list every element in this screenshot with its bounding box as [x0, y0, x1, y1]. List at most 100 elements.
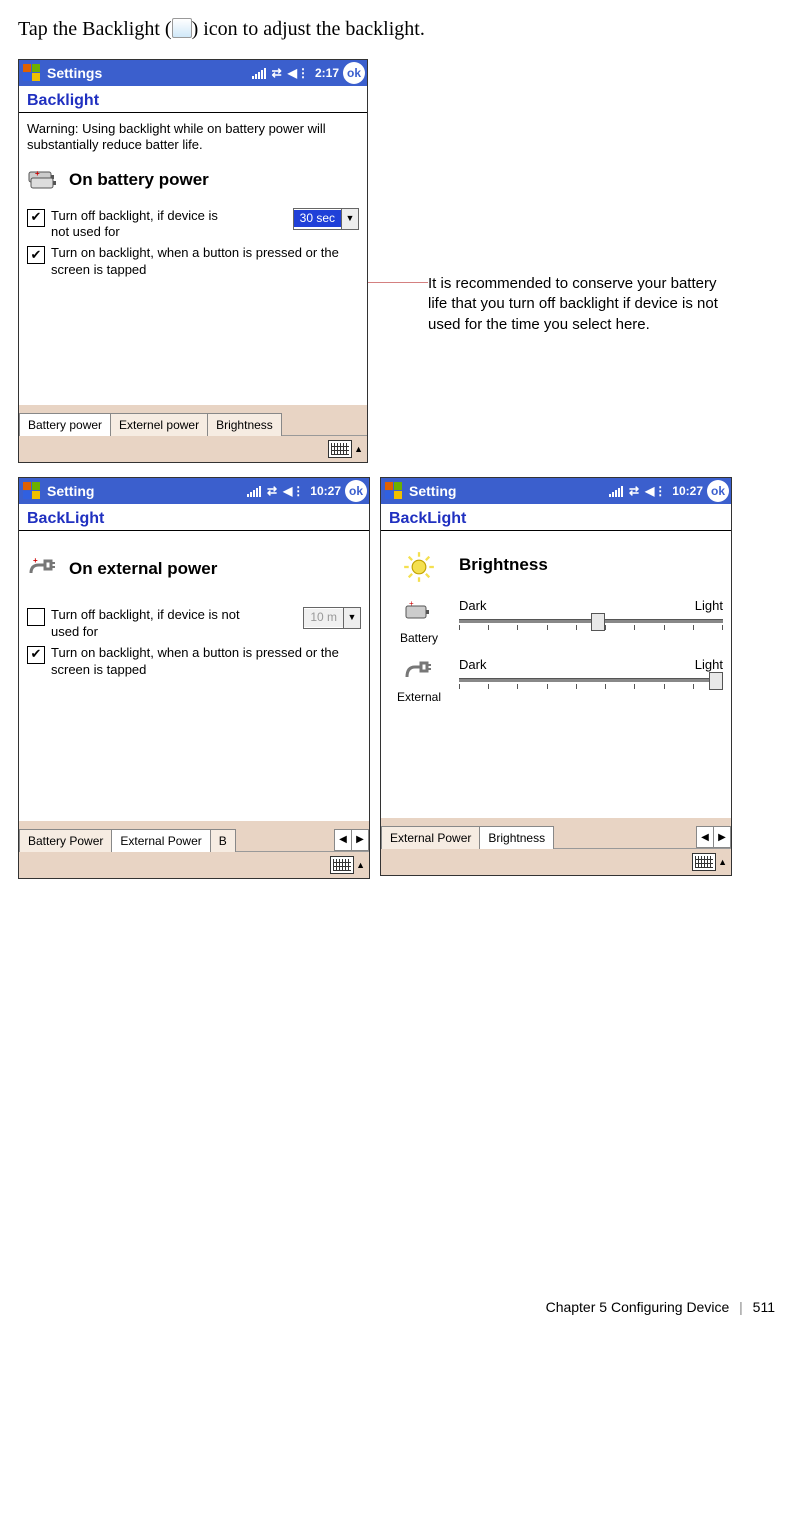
power-mode-label: On battery power	[69, 170, 209, 190]
sip-up-icon[interactable]: ▲	[718, 857, 727, 867]
checkbox-turnoff[interactable]: ✔	[27, 209, 45, 227]
tab-brightness[interactable]: Brightness	[207, 413, 282, 436]
sip-bar: ▲	[19, 851, 369, 878]
callout-leader-line	[368, 282, 428, 283]
checkbox-turnon[interactable]: ✔	[27, 646, 45, 664]
intro-before: Tap the Backlight (	[18, 18, 172, 40]
window-title: Setting	[47, 483, 94, 499]
page-footer: Chapter 5 Configuring Device | 511	[18, 1299, 781, 1315]
tab-external-power[interactable]: External Power	[111, 829, 210, 852]
keyboard-icon[interactable]	[328, 440, 352, 458]
intro-after: ) icon to adjust the backlight.	[192, 18, 425, 40]
window-title: Settings	[47, 65, 102, 81]
range-light-label: Light	[695, 598, 723, 613]
callout-text: It is recommended to conserve your batte…	[428, 274, 728, 335]
clock: 2:17	[315, 66, 339, 80]
battery-icon: +	[27, 166, 59, 194]
checkbox-turnoff[interactable]	[27, 608, 45, 626]
clock: 10:27	[310, 484, 341, 498]
ok-button[interactable]: ok	[345, 480, 367, 502]
footer-separator: |	[739, 1299, 743, 1315]
start-icon[interactable]	[383, 480, 405, 502]
scroll-right-icon[interactable]: ▶	[713, 827, 730, 847]
signal-icon	[247, 485, 261, 497]
window-title: Setting	[409, 483, 456, 499]
sip-up-icon[interactable]: ▲	[354, 444, 363, 454]
tab-battery-power[interactable]: Battery Power	[19, 829, 112, 852]
checkbox-turnoff-label: Turn off backlight, if device is not use…	[51, 607, 241, 641]
sync-icon: ⇄	[629, 484, 639, 498]
battery-slider-label: Battery	[389, 631, 449, 645]
status-icons: ⇄ ◀⋮ 10:27	[247, 484, 341, 498]
slider-thumb[interactable]	[709, 672, 723, 690]
battery-brightness-slider[interactable]	[459, 613, 723, 635]
checkbox-turnon[interactable]: ✔	[27, 246, 45, 264]
title-bar: Settings ⇄ ◀⋮ 2:17 ok	[19, 60, 367, 86]
screenshot-brightness: Setting ⇄ ◀⋮ 10:27 ok BackLight Brightne…	[380, 477, 732, 876]
title-bar: Setting ⇄ ◀⋮ 10:27 ok	[381, 478, 731, 504]
volume-icon: ◀⋮	[283, 484, 304, 498]
timeout-select[interactable]: 30 sec ▼	[293, 208, 359, 230]
sip-up-icon[interactable]: ▲	[356, 860, 365, 870]
clock: 10:27	[672, 484, 703, 498]
chevron-down-icon[interactable]: ▼	[343, 608, 360, 628]
external-slider-label: External	[389, 690, 449, 704]
volume-icon: ◀⋮	[288, 66, 309, 80]
footer-page: 511	[753, 1299, 775, 1315]
scroll-left-icon[interactable]: ◀	[335, 830, 351, 850]
volume-icon: ◀⋮	[645, 484, 666, 498]
scroll-left-icon[interactable]: ◀	[697, 827, 713, 847]
sync-icon: ⇄	[267, 484, 277, 498]
svg-text:+: +	[35, 169, 40, 178]
checkbox-turnoff-label: Turn off backlight, if device is not use…	[51, 208, 221, 242]
battery-icon: +	[403, 598, 435, 626]
warning-text: Warning: Using backlight while on batter…	[19, 119, 367, 162]
keyboard-icon[interactable]	[330, 856, 354, 874]
tab-scroll[interactable]: ◀▶	[696, 826, 731, 848]
page-title: Backlight	[19, 86, 367, 112]
signal-icon	[609, 485, 623, 497]
sip-bar: ▲	[381, 848, 731, 875]
page-title: BackLight	[381, 504, 731, 530]
footer-chapter: Chapter 5	[546, 1299, 607, 1315]
range-dark-label: Dark	[459, 598, 486, 613]
backlight-icon	[172, 18, 192, 38]
brightness-heading: Brightness	[459, 551, 723, 575]
svg-text:+: +	[33, 556, 38, 565]
ok-button[interactable]: ok	[707, 480, 729, 502]
tab-external-power[interactable]: Externel power	[110, 413, 208, 436]
external-brightness-slider[interactable]	[459, 672, 723, 694]
tab-external-power[interactable]: External Power	[381, 826, 480, 849]
checkbox-turnon-label: Turn on backlight, when a button is pres…	[51, 645, 361, 679]
slider-thumb[interactable]	[591, 613, 605, 631]
timeout-select[interactable]: 10 m ▼	[303, 607, 361, 629]
tab-brightness-clipped[interactable]: B	[210, 829, 236, 852]
footer-title: Configuring Device	[611, 1299, 729, 1315]
tab-brightness[interactable]: Brightness	[479, 826, 554, 849]
sync-icon: ⇄	[272, 66, 282, 80]
power-mode-label: On external power	[69, 559, 217, 579]
tab-bar: External Power Brightness ◀▶	[381, 818, 731, 848]
start-icon[interactable]	[21, 480, 43, 502]
start-icon[interactable]	[21, 62, 43, 84]
status-icons: ⇄ ◀⋮ 10:27	[609, 484, 703, 498]
tab-scroll[interactable]: ◀▶	[334, 829, 369, 851]
sun-icon	[403, 551, 435, 579]
keyboard-icon[interactable]	[692, 853, 716, 871]
screenshot-external-power: Setting ⇄ ◀⋮ 10:27 ok BackLight + On ext…	[18, 477, 370, 879]
timeout-value: 30 sec	[294, 210, 341, 228]
tab-battery-power[interactable]: Battery power	[19, 413, 111, 436]
signal-icon	[252, 67, 266, 79]
intro-text: Tap the Backlight ( ) icon to adjust the …	[18, 18, 781, 41]
range-dark-label: Dark	[459, 657, 486, 672]
status-icons: ⇄ ◀⋮ 2:17	[252, 66, 339, 80]
tab-bar: Battery power Externel power Brightness	[19, 405, 367, 435]
plug-icon: +	[27, 555, 59, 583]
sip-bar: ▲	[19, 435, 367, 462]
ok-button[interactable]: ok	[343, 62, 365, 84]
timeout-value: 10 m	[304, 609, 343, 627]
scroll-right-icon[interactable]: ▶	[351, 830, 368, 850]
chevron-down-icon[interactable]: ▼	[341, 209, 358, 229]
tab-bar: Battery Power External Power B ◀▶	[19, 821, 369, 851]
page-title: BackLight	[19, 504, 369, 530]
